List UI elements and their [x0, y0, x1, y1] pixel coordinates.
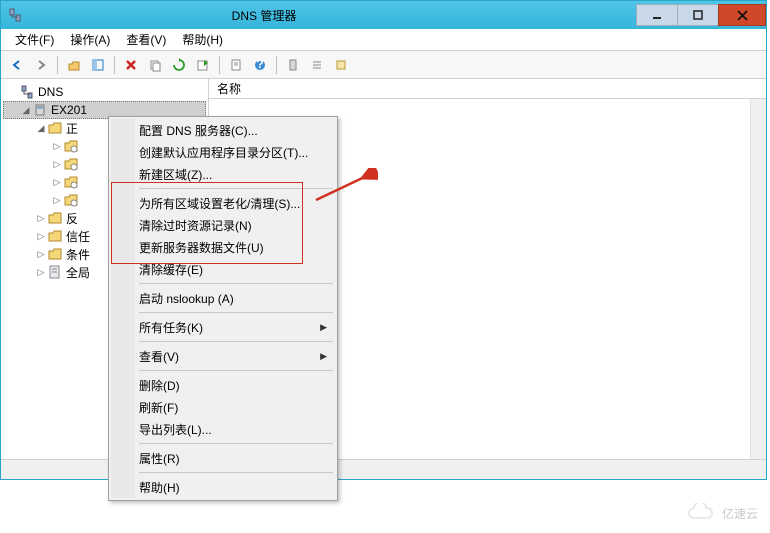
expand-icon[interactable]: ▷	[51, 195, 63, 206]
zone-icon	[63, 174, 79, 190]
zone-icon	[63, 192, 79, 208]
menu-configure-dns[interactable]: 配置 DNS 服务器(C)...	[111, 119, 335, 141]
list-header[interactable]: 名称	[209, 79, 766, 99]
expand-icon[interactable]: ▷	[51, 141, 63, 152]
tree-reverse-label: 反	[66, 210, 78, 227]
menu-action[interactable]: 操作(A)	[62, 28, 118, 51]
watermark: 亿速云	[686, 503, 758, 523]
tree-trust-label: 信任	[66, 228, 90, 245]
menu-help[interactable]: 帮助(H)	[111, 476, 335, 498]
toolbar: ?	[1, 51, 766, 79]
delete-button[interactable]	[121, 55, 141, 75]
menu-separator	[139, 188, 333, 189]
svg-text:?: ?	[256, 58, 263, 71]
tree-condition-label: 条件	[66, 246, 90, 263]
folder-icon	[47, 120, 63, 136]
menu-view[interactable]: 查看(V) ▶	[111, 345, 335, 367]
filter-button[interactable]	[283, 55, 303, 75]
menu-separator	[139, 312, 333, 313]
vertical-scrollbar[interactable]	[750, 99, 766, 459]
zone-icon	[63, 156, 79, 172]
menu-view[interactable]: 查看(V)	[118, 28, 174, 51]
menu-all-tasks-label: 所有任务(K)	[139, 319, 203, 336]
dns-root-icon	[19, 84, 35, 100]
tree-root-dns[interactable]: DNS	[3, 83, 206, 101]
menu-view-label: 查看(V)	[139, 348, 179, 365]
menu-export-list[interactable]: 导出列表(L)...	[111, 418, 335, 440]
menu-refresh[interactable]: 刷新(F)	[111, 396, 335, 418]
help-button[interactable]: ?	[250, 55, 270, 75]
menu-help[interactable]: 帮助(H)	[174, 28, 231, 51]
menu-update-data[interactable]: 更新服务器数据文件(U)	[111, 236, 335, 258]
menu-delete[interactable]: 删除(D)	[111, 374, 335, 396]
expand-icon[interactable]: ▷	[35, 267, 47, 278]
menu-new-zone[interactable]: 新建区域(Z)...	[111, 163, 335, 185]
menu-properties[interactable]: 属性(R)	[111, 447, 335, 469]
submenu-arrow-icon: ▶	[320, 351, 327, 362]
expand-icon[interactable]: ▷	[51, 159, 63, 170]
titlebar: DNS 管理器	[1, 1, 766, 29]
show-hide-button[interactable]	[88, 55, 108, 75]
menubar: 文件(F) 操作(A) 查看(V) 帮助(H)	[1, 29, 766, 51]
tree-forward-label: 正	[66, 120, 78, 137]
copy-button[interactable]	[145, 55, 165, 75]
maximize-button[interactable]	[677, 4, 719, 26]
menu-separator	[139, 370, 333, 371]
watermark-text: 亿速云	[722, 505, 758, 522]
window-controls	[637, 4, 766, 26]
menu-separator	[139, 341, 333, 342]
minimize-button[interactable]	[636, 4, 678, 26]
zone-icon	[63, 138, 79, 154]
collapse-icon[interactable]: ◢	[35, 123, 47, 134]
menu-clear-cache[interactable]: 清除缓存(E)	[111, 258, 335, 280]
menu-aging-scavenging[interactable]: 为所有区域设置老化/清理(S)...	[111, 192, 335, 214]
menu-create-partition[interactable]: 创建默认应用程序目录分区(T)...	[111, 141, 335, 163]
menu-separator	[139, 443, 333, 444]
expand-icon[interactable]: ▷	[51, 177, 63, 188]
export-button[interactable]	[193, 55, 213, 75]
menu-separator	[139, 472, 333, 473]
list-button[interactable]	[307, 55, 327, 75]
up-folder-button[interactable]	[64, 55, 84, 75]
refresh-button[interactable]	[169, 55, 189, 75]
folder-icon	[47, 246, 63, 262]
dns-app-icon	[7, 7, 23, 23]
forward-button[interactable]	[31, 55, 51, 75]
close-button[interactable]	[718, 4, 766, 26]
submenu-arrow-icon: ▶	[320, 322, 327, 333]
cloud-icon	[686, 503, 716, 523]
server-icon	[32, 102, 48, 118]
expand-icon[interactable]: ▷	[35, 249, 47, 260]
expand-icon[interactable]: ▷	[35, 231, 47, 242]
window-title: DNS 管理器	[31, 7, 637, 24]
collapse-icon[interactable]: ◢	[20, 105, 32, 116]
folder-icon	[47, 228, 63, 244]
log-icon	[47, 264, 63, 280]
menu-all-tasks[interactable]: 所有任务(K) ▶	[111, 316, 335, 338]
menu-file[interactable]: 文件(F)	[7, 28, 62, 51]
column-name[interactable]: 名称	[217, 80, 241, 97]
detail-button[interactable]	[331, 55, 351, 75]
tree-global-label: 全局	[66, 264, 90, 281]
menu-separator	[139, 283, 333, 284]
context-menu: 配置 DNS 服务器(C)... 创建默认应用程序目录分区(T)... 新建区域…	[108, 116, 338, 501]
menu-clear-stale[interactable]: 清除过时资源记录(N)	[111, 214, 335, 236]
properties-button[interactable]	[226, 55, 246, 75]
tree-root-label: DNS	[38, 85, 63, 99]
folder-icon	[47, 210, 63, 226]
menu-nslookup[interactable]: 启动 nslookup (A)	[111, 287, 335, 309]
tree-server-label: EX201	[51, 103, 87, 117]
back-button[interactable]	[7, 55, 27, 75]
expand-icon[interactable]: ▷	[35, 213, 47, 224]
